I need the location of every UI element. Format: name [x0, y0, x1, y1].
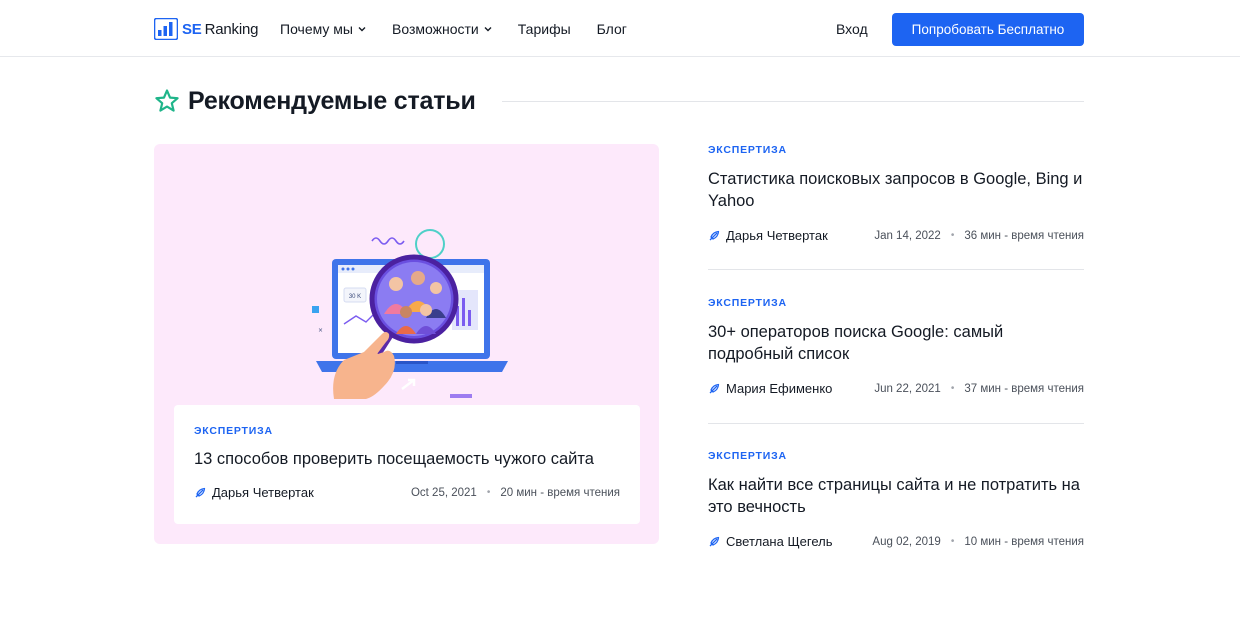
author-name[interactable]: Дарья Четвертак	[212, 485, 314, 500]
article-title[interactable]: 13 способов проверить посещаемость чужог…	[194, 448, 620, 470]
logo-bars-icon	[154, 18, 178, 40]
author-name[interactable]: Дарья Четвертак	[726, 228, 828, 243]
try-free-button[interactable]: Попробовать Бесплатно	[892, 13, 1084, 46]
illustration-metric-label: 30 K	[349, 294, 361, 300]
article-date-time: Oct 25, 2021 • 20 мин - время чтения	[411, 487, 620, 499]
separator-dot: •	[950, 383, 955, 394]
read-time: 36 мин - время чтения	[964, 229, 1084, 242]
nav-item-blog[interactable]: Блог	[597, 21, 627, 37]
category-badge[interactable]: ЭКСПЕРТИЗА	[708, 297, 1084, 309]
star-icon	[155, 89, 179, 112]
article-date-time: Jan 14, 2022 • 36 мин - время чтения	[874, 230, 1084, 242]
nav-item-label: Блог	[596, 20, 627, 37]
logo-se-text: SE	[182, 20, 202, 38]
main-nav: Почему мы Возможности Тарифы Блог	[280, 0, 653, 57]
list-item[interactable]: ЭКСПЕРТИЗА Как найти все страницы сайта …	[708, 450, 1084, 549]
category-badge[interactable]: ЭКСПЕРТИЗА	[194, 425, 620, 437]
chevron-down-icon	[358, 26, 366, 31]
read-time: 37 мин - время чтения	[964, 382, 1084, 395]
separator-dot: •	[950, 230, 955, 241]
chevron-down-icon	[484, 26, 492, 31]
nav-item-why-us[interactable]: Почему мы	[280, 21, 366, 37]
article-date-time: Jun 22, 2021 • 37 мин - время чтения	[874, 383, 1084, 395]
login-link[interactable]: Вход	[836, 21, 868, 37]
nav-item-pricing[interactable]: Тарифы	[518, 21, 571, 37]
feather-pen-icon	[195, 487, 206, 497]
article-title[interactable]: Статистика поисковых запросов в Google, …	[708, 168, 1084, 212]
article-title[interactable]: 30+ операторов поиска Google: самый подр…	[708, 321, 1084, 365]
feather-pen-icon	[709, 383, 720, 393]
nav-item-label: Возможности	[391, 20, 479, 37]
article-meta: Мария Ефименко Jun 22, 2021 • 37 мин - в…	[708, 381, 1084, 396]
feather-pen-icon	[709, 536, 720, 546]
featured-article-body: ЭКСПЕРТИЗА 13 способов проверить посещае…	[174, 405, 640, 524]
read-time: 10 мин - время чтения	[964, 535, 1084, 548]
section-header: Рекомендуемые статьи	[154, 84, 1084, 118]
list-item[interactable]: ЭКСПЕРТИЗА Статистика поисковых запросов…	[708, 144, 1084, 243]
category-badge[interactable]: ЭКСПЕРТИЗА	[708, 144, 1084, 156]
article-date-time: Aug 02, 2019 • 10 мин - время чтения	[872, 536, 1084, 548]
article-date: Oct 25, 2021	[410, 486, 477, 499]
logo-ranking-text: Ranking	[204, 20, 259, 38]
feather-pen-icon	[709, 230, 720, 240]
article-meta: Дарья Четвертак Oct 25, 2021 • 20 мин - …	[194, 485, 620, 500]
title-divider	[501, 100, 1084, 102]
author-name[interactable]: Светлана Щегель	[726, 534, 832, 549]
read-time: 20 мин - время чтения	[500, 486, 620, 499]
nav-item-features[interactable]: Возможности	[392, 21, 492, 37]
article-meta: Дарья Четвертак Jan 14, 2022 • 36 мин - …	[708, 228, 1084, 243]
list-divider	[708, 269, 1084, 270]
svg-text:×: ×	[318, 327, 323, 334]
featured-article-card[interactable]: 30 K × ЭКСПЕРТИЗА 13 способов проверить …	[154, 144, 659, 544]
logo[interactable]: SE Ranking	[154, 18, 258, 40]
nav-item-label: Тарифы	[517, 20, 571, 37]
category-badge[interactable]: ЭКСПЕРТИЗА	[708, 450, 1084, 462]
separator-dot: •	[486, 487, 491, 498]
article-date: Jan 14, 2022	[874, 229, 941, 242]
article-date: Jun 22, 2021	[874, 382, 941, 395]
site-header: SE Ranking Почему мы Возможности Тарифы …	[0, 0, 1240, 57]
list-divider	[708, 423, 1084, 424]
list-item[interactable]: ЭКСПЕРТИЗА 30+ операторов поиска Google:…	[708, 297, 1084, 396]
article-date: Aug 02, 2019	[872, 535, 941, 548]
separator-dot: •	[950, 536, 955, 547]
article-meta: Светлана Щегель Aug 02, 2019 • 10 мин - …	[708, 534, 1084, 549]
article-title[interactable]: Как найти все страницы сайта и не потрат…	[708, 474, 1084, 518]
nav-item-label: Почему мы	[280, 20, 353, 37]
author-name[interactable]: Мария Ефименко	[726, 381, 832, 396]
section-title: Рекомендуемые статьи	[188, 86, 476, 115]
search-illustration-image: 30 K ×	[312, 229, 508, 399]
